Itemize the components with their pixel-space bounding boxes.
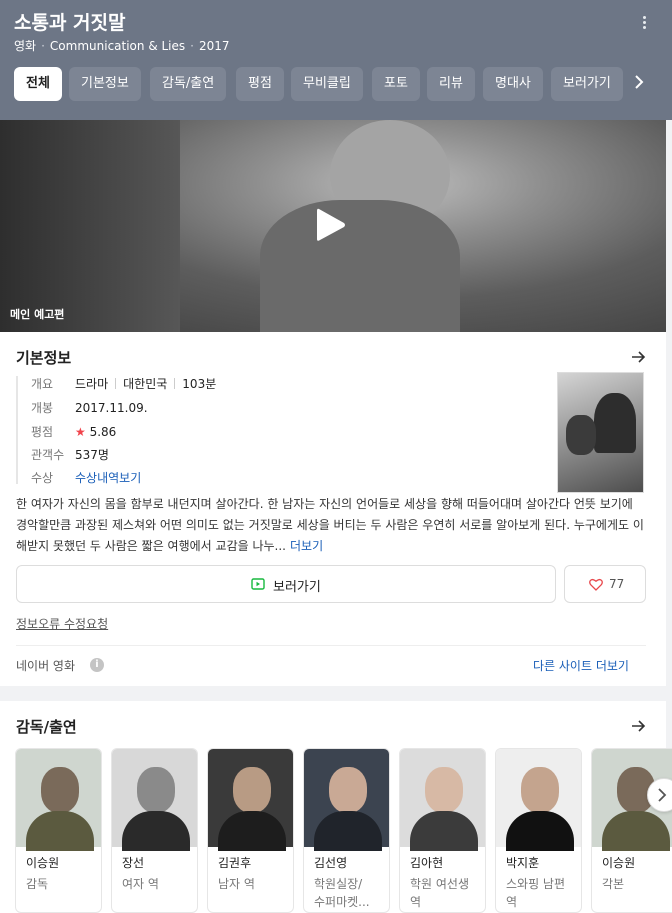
- play-icon[interactable]: [313, 206, 347, 244]
- info-release: 개봉 2017.11.09.: [31, 401, 148, 415]
- watch-button[interactable]: 보러가기: [16, 565, 556, 603]
- cast-item[interactable]: 김아현 학원 여선생 역: [399, 748, 486, 913]
- arrow-right-icon[interactable]: [630, 349, 646, 365]
- info-icon[interactable]: i: [90, 658, 104, 672]
- cast-item[interactable]: 박지훈 스와핑 남편 역: [495, 748, 582, 913]
- chevron-right-icon[interactable]: [634, 74, 652, 94]
- tab-watch[interactable]: 보러가기: [551, 67, 623, 101]
- cast-role: 각본: [602, 877, 625, 891]
- cast-photo: [208, 749, 293, 851]
- cast-role: 학원 여선생 역: [410, 877, 470, 909]
- cast-photo: [496, 749, 581, 851]
- movie-header: 소통과 거짓말 영화 · Communication & Lies · 2017 전체 …: [0, 0, 672, 120]
- meta-year: 2017: [198, 39, 230, 53]
- cast-name: 김아현: [410, 856, 444, 870]
- movie-summary: 한 여자가 자신의 몸을 함부로 내던지며 살아간다. 한 남자는 자신의 언어…: [16, 497, 644, 553]
- info-rating: 평점 ★ 5.86: [31, 425, 117, 439]
- cast-role: 감독: [26, 877, 49, 891]
- tab-basic-info[interactable]: 기본정보: [69, 67, 141, 101]
- heart-icon: [589, 578, 603, 591]
- info-overview: 개요 드라마 대한민국 103분: [31, 377, 217, 391]
- cast-item[interactable]: 이승원 감독: [15, 748, 102, 913]
- runtime: 103분: [182, 377, 217, 391]
- cast-name: 이승원: [26, 856, 60, 870]
- basic-info-title: 기본정보: [16, 349, 72, 367]
- country: 대한민국: [123, 377, 168, 391]
- cast-name: 김선영: [314, 856, 348, 870]
- tab-director-cast[interactable]: 감독/출연: [150, 67, 227, 101]
- cast-title: 감독/출연: [16, 718, 77, 736]
- meta-category: 영화: [14, 39, 37, 53]
- cast-name: 박지훈: [506, 856, 540, 870]
- tab-review[interactable]: 리뷰: [427, 67, 475, 101]
- cast-photo: [400, 749, 485, 851]
- other-sites-link[interactable]: 다른 사이트 더보기: [533, 657, 629, 674]
- release-date: 2017.11.09.: [75, 401, 148, 415]
- tab-movie-clip[interactable]: 무비클립: [291, 67, 363, 101]
- star-icon: ★: [75, 425, 86, 439]
- cast-role: 남자 역: [218, 877, 255, 891]
- source-label: 네이버 영화: [16, 659, 76, 673]
- more-options-icon[interactable]: [634, 14, 654, 36]
- cast-photo: [112, 749, 197, 851]
- award-link[interactable]: 수상내역보기: [75, 471, 141, 485]
- report-error-link[interactable]: 정보오류 수정요청: [16, 615, 108, 632]
- cast-name: 김권후: [218, 856, 252, 870]
- cast-name: 장선: [122, 856, 145, 870]
- cast-role: 여자 역: [122, 877, 159, 891]
- audience-count: 537명: [75, 448, 109, 462]
- cast-role: 스와핑 남편 역: [506, 877, 566, 909]
- tab-photo[interactable]: 포토: [372, 67, 420, 101]
- meta-english-title: Communication & Lies: [49, 39, 186, 53]
- cast-item[interactable]: 김권후 남자 역: [207, 748, 294, 913]
- tab-all[interactable]: 전체: [14, 67, 62, 101]
- cast-role: 학원실장/수퍼마켓...: [314, 877, 370, 909]
- play-box-icon: [251, 578, 265, 590]
- summary-more-link[interactable]: 더보기: [290, 539, 323, 553]
- cast-name: 이승원: [602, 856, 636, 870]
- cast-item[interactable]: 이승원 각본: [591, 748, 672, 913]
- genre: 드라마: [75, 377, 109, 391]
- info-audience: 관객수 537명: [31, 448, 109, 462]
- cast-photo: [16, 749, 101, 851]
- chevron-right-icon: [657, 785, 667, 809]
- cast-item[interactable]: 장선 여자 역: [111, 748, 198, 913]
- movie-poster[interactable]: [557, 372, 644, 493]
- cast-photo: [304, 749, 389, 851]
- like-button[interactable]: 77: [564, 565, 646, 603]
- tab-rating[interactable]: 평점: [236, 67, 284, 101]
- watch-button-label: 보러가기: [273, 580, 321, 595]
- trailer-label: 메인 예고편: [10, 308, 65, 321]
- movie-title: 소통과 거짓말: [14, 12, 126, 34]
- tab-bar: 전체 기본정보 감독/출연 평점 무비클립 포토 리뷰 명대사 보러가기: [14, 67, 654, 101]
- info-award: 수상 수상내역보기: [31, 471, 142, 485]
- rating-value: 5.86: [89, 425, 117, 439]
- arrow-right-icon[interactable]: [630, 718, 646, 734]
- movie-meta: 영화 · Communication & Lies · 2017: [14, 39, 230, 53]
- cast-item[interactable]: 김선영 학원실장/수퍼마켓...: [303, 748, 390, 913]
- tab-quotes[interactable]: 명대사: [483, 67, 543, 101]
- like-count: 77: [609, 577, 625, 591]
